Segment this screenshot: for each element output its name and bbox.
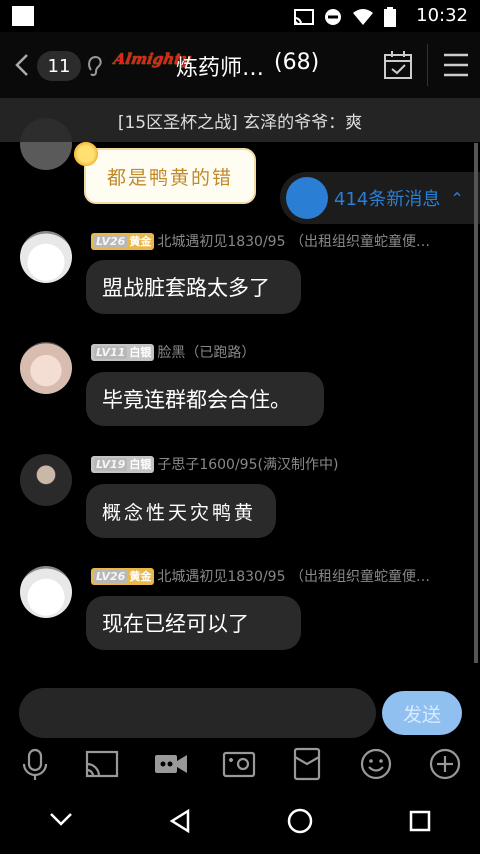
message-meta: LV26 黄金 北城遇初见1830/95 （出租组织童蛇童便… xyxy=(91,566,430,586)
microphone-icon[interactable] xyxy=(17,746,53,782)
cast-icon xyxy=(294,9,314,25)
chat-header: 11 Almighty 炼药师… (68) xyxy=(0,32,480,98)
unread-count-badge[interactable]: 11 xyxy=(37,51,81,81)
screen-cast-icon[interactable] xyxy=(84,746,120,782)
level-badge: LV26 黄金 xyxy=(91,567,155,585)
back-arrow-icon[interactable] xyxy=(8,50,38,80)
group-title[interactable]: 炼药师… xyxy=(176,50,264,82)
header-divider xyxy=(427,44,428,86)
menu-icon[interactable] xyxy=(442,52,470,78)
message-bubble[interactable]: 毕竟连群都会合住。 xyxy=(86,372,324,426)
member-count: (68) xyxy=(274,50,320,75)
calendar-check-icon[interactable] xyxy=(382,50,414,80)
notification-icon xyxy=(12,6,34,26)
nav-recents-icon[interactable] xyxy=(409,810,431,832)
avatar[interactable] xyxy=(20,454,72,506)
add-icon[interactable] xyxy=(427,746,463,782)
level-badge: LV19 白银 xyxy=(91,455,155,473)
sender-name[interactable]: 北城遇初见1830/95 （出租组织童蛇童便… xyxy=(157,231,430,251)
message-meta: LV19 白银 子思子1600/95(满汉制作中) xyxy=(91,454,338,474)
dnd-icon xyxy=(325,9,341,25)
message-bubble[interactable]: 概念性天灾鸭黄 xyxy=(86,484,276,538)
earpiece-mode-icon xyxy=(88,55,102,77)
message-input[interactable] xyxy=(19,688,376,738)
video-camera-icon[interactable] xyxy=(153,746,189,782)
new-messages-label: 414条新消息 xyxy=(334,189,441,210)
battery-icon xyxy=(384,7,396,27)
emoji-icon[interactable] xyxy=(358,746,394,782)
chat-bubble-icon xyxy=(286,177,328,219)
level-badge: LV26 黄金 xyxy=(91,232,155,250)
level-badge: LV11 白银 xyxy=(91,343,155,361)
sticker-message[interactable]: 都是鸭黄的错 xyxy=(84,148,256,204)
sender-name[interactable]: 脸黑（已跑路） xyxy=(157,342,255,362)
wifi-icon xyxy=(353,9,373,25)
sender-name[interactable]: 北城遇初见1830/95 （出租组织童蛇童便… xyxy=(157,566,430,586)
message-meta: LV26 黄金 北城遇初见1830/95 （出租组织童蛇童便… xyxy=(91,231,430,251)
status-bar: 10:32 xyxy=(0,0,480,32)
input-toolbar xyxy=(0,742,480,788)
chevron-down-icon[interactable] xyxy=(48,810,74,828)
scrollbar[interactable] xyxy=(474,143,478,663)
nav-home-icon[interactable] xyxy=(287,808,313,834)
avatar[interactable] xyxy=(20,342,72,394)
message-bubble[interactable]: 现在已经可以了 xyxy=(86,596,301,650)
avatar[interactable] xyxy=(20,566,72,618)
system-nav-bar xyxy=(0,790,480,854)
chevron-up-icon: ⌃ xyxy=(450,188,464,208)
sender-name[interactable]: 子思子1600/95(满汉制作中) xyxy=(157,454,338,474)
status-icons xyxy=(294,7,396,27)
clock: 10:32 xyxy=(416,5,468,26)
nav-back-icon[interactable] xyxy=(168,808,192,834)
sun-sticker-icon xyxy=(72,140,100,168)
red-packet-icon[interactable] xyxy=(289,746,325,782)
avatar[interactable] xyxy=(20,231,72,283)
new-messages-pill[interactable]: 414条新消息 ⌃ xyxy=(280,172,480,224)
pinned-announcement[interactable]: [15区圣杯之战] 玄泽的爷爷：爽 xyxy=(0,98,480,142)
message-bubble[interactable]: 盟战脏套路太多了 xyxy=(86,260,301,314)
send-button[interactable]: 发送 xyxy=(382,691,462,735)
photo-icon[interactable] xyxy=(221,746,257,782)
message-meta: LV11 白银 脸黑（已跑路） xyxy=(91,342,255,362)
